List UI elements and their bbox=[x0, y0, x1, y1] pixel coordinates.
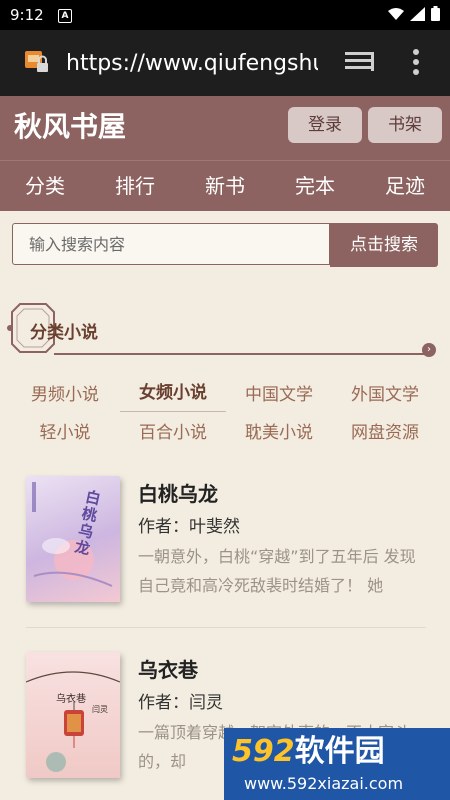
category-light-novel[interactable]: 轻小说 bbox=[12, 418, 118, 448]
book-description: 一朝意外，白桃“穿越”到了五年后 发现自己竟和高冷死敌裴时结婚了！ 她 bbox=[138, 547, 416, 595]
site-lock-icon[interactable] bbox=[24, 50, 50, 74]
book-author: 作者：闫灵 bbox=[138, 688, 223, 713]
chevron-right-icon[interactable]: › bbox=[422, 343, 436, 357]
category-danmei[interactable]: 耽美小说 bbox=[226, 418, 332, 448]
section-divider bbox=[54, 353, 426, 355]
book-cover[interactable]: 乌衣巷 闫灵 bbox=[26, 652, 120, 778]
watermark-logo: 592软件园 www.592xiazai.com bbox=[224, 728, 450, 800]
author-name: 闫灵 bbox=[189, 693, 223, 713]
login-button[interactable]: 登录 bbox=[288, 107, 362, 143]
list-divider bbox=[26, 627, 426, 628]
cover-art bbox=[26, 671, 120, 772]
book-title[interactable]: 白桃乌龙 bbox=[138, 478, 218, 507]
category-male[interactable]: 男频小说 bbox=[12, 380, 118, 410]
author-label: 作者： bbox=[138, 517, 189, 537]
address-bar[interactable]: https://www.qiufengshuwu bbox=[66, 51, 318, 77]
cover-title: 乌衣巷 bbox=[56, 694, 86, 705]
category-netdisk[interactable]: 网盘资源 bbox=[332, 418, 438, 448]
section-header: 分类小说 › bbox=[6, 296, 440, 360]
browser-toolbar: https://www.qiufengshuwu bbox=[0, 30, 450, 96]
status-icons bbox=[388, 6, 440, 21]
wifi-icon bbox=[388, 7, 404, 20]
signal-icon bbox=[410, 6, 425, 21]
nav-item-history[interactable]: 足迹 bbox=[360, 161, 450, 211]
section-title: 分类小说 bbox=[30, 323, 98, 343]
cover-author: 闫灵 bbox=[92, 705, 108, 714]
site-title[interactable]: 秋风书屋 bbox=[14, 109, 126, 145]
status-bar: 9:12 A bbox=[0, 0, 450, 30]
nav-item-new[interactable]: 新书 bbox=[180, 161, 270, 211]
nav-item-completed[interactable]: 完本 bbox=[270, 161, 360, 211]
overflow-menu-icon[interactable] bbox=[412, 48, 420, 76]
watermark-text: 软件园 bbox=[294, 734, 385, 769]
category-yuri[interactable]: 百合小说 bbox=[120, 418, 226, 448]
category-foreign-lit[interactable]: 外国文学 bbox=[332, 380, 438, 410]
book-cover[interactable]: 白桃乌龙 bbox=[26, 476, 120, 602]
nav-item-category[interactable]: 分类 bbox=[0, 161, 90, 211]
search-bar: 输入搜索内容 点击搜索 bbox=[12, 223, 438, 267]
main-nav: 分类 排行 新书 完本 足迹 bbox=[0, 160, 450, 211]
watermark-brand: 592软件园 bbox=[232, 732, 385, 772]
nav-item-ranking[interactable]: 排行 bbox=[90, 161, 180, 211]
category-female[interactable]: 女频小说 bbox=[120, 378, 226, 412]
watermark-site: www.592xiazai.com bbox=[244, 774, 404, 793]
tabs-icon[interactable] bbox=[345, 50, 375, 74]
author-name: 叶斐然 bbox=[189, 517, 240, 537]
book-author: 作者：叶斐然 bbox=[138, 512, 240, 537]
bookshelf-button[interactable]: 书架 bbox=[368, 107, 442, 143]
battery-icon bbox=[431, 6, 440, 21]
book-title[interactable]: 乌衣巷 bbox=[138, 654, 198, 683]
search-button[interactable]: 点击搜索 bbox=[330, 223, 438, 267]
watermark-number: 592 bbox=[232, 734, 295, 769]
author-label: 作者： bbox=[138, 693, 189, 713]
search-input[interactable]: 输入搜索内容 bbox=[12, 223, 330, 265]
category-chinese-lit[interactable]: 中国文学 bbox=[226, 380, 332, 410]
notification-a-icon: A bbox=[58, 9, 72, 23]
site-header: 秋风书屋 登录 书架 bbox=[0, 96, 450, 160]
status-time: 9:12 bbox=[10, 6, 44, 24]
